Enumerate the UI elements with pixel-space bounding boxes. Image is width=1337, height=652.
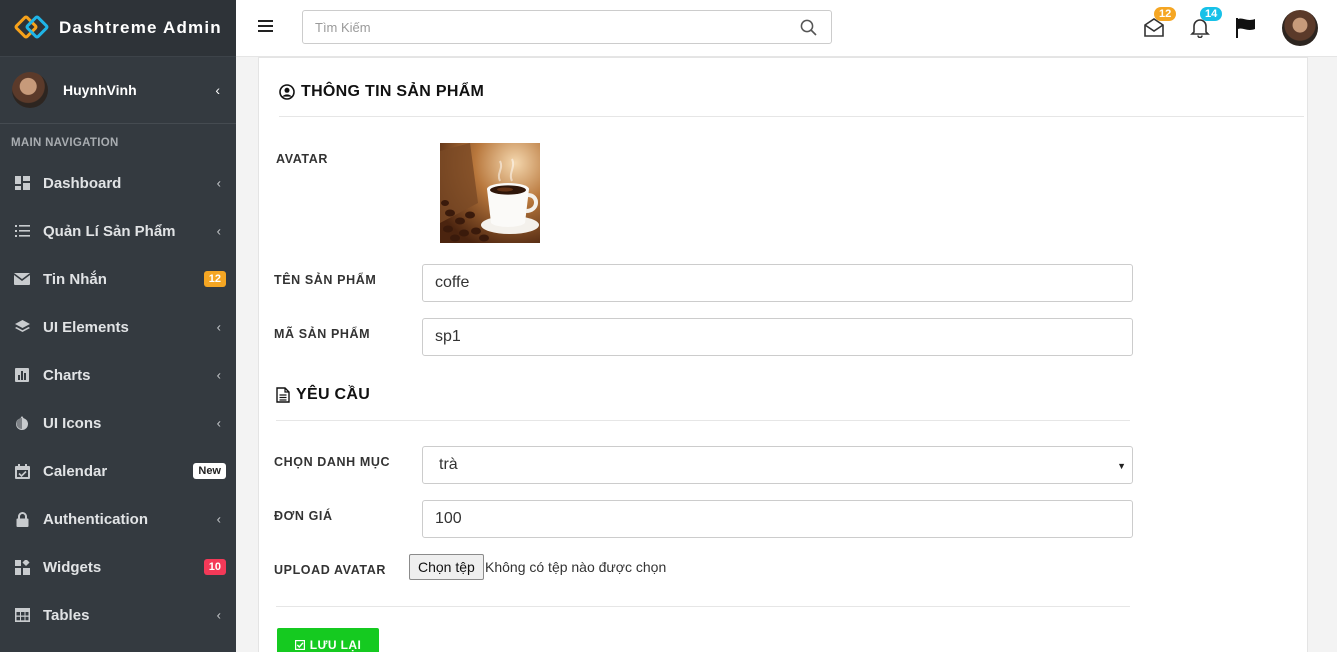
upload-avatar-label: UPLOAD AVATAR (274, 563, 386, 577)
chevron-left-icon: ‹ (216, 607, 221, 623)
sidebar: Dashtreme Admin HuynhVinh ‹ MAIN NAVIGAT… (0, 0, 236, 652)
user-avatar-button[interactable] (1282, 10, 1318, 46)
product-code-field[interactable]: sp1 (422, 318, 1133, 356)
widgets-count-badge: 10 (203, 559, 226, 575)
chevron-left-icon: ‹ (216, 367, 221, 383)
notification-count-badge: 14 (1200, 7, 1223, 21)
sidebar-item-tables[interactable]: Tables ‹ (0, 591, 236, 639)
droplet-icon (13, 415, 31, 431)
product-name-value: coffe (435, 274, 470, 291)
sidebar-item-label: UI Icons (43, 414, 102, 432)
new-badge: New (193, 463, 226, 479)
sidebar-item-product-management[interactable]: Quản Lí Sản Phẩm ‹ (0, 207, 236, 255)
save-button-label: LƯU LẠI (309, 638, 362, 652)
sidebar-item-messages[interactable]: Tin Nhắn 12 (0, 255, 236, 303)
user-circle-icon (279, 84, 295, 100)
divider (276, 606, 1130, 607)
nav-header: MAIN NAVIGATION (11, 137, 119, 149)
section-requirements-title: YÊU CẦU (276, 386, 370, 404)
flag-button[interactable] (1235, 18, 1257, 43)
choose-file-button[interactable]: Chọn tệp (409, 554, 484, 580)
sidebar-item-ui-elements[interactable]: UI Elements ‹ (0, 303, 236, 351)
price-label: ĐƠN GIÁ (274, 509, 333, 523)
product-name-field[interactable]: coffe (422, 264, 1133, 302)
user-name: HuynhVinh (63, 82, 137, 98)
document-icon (276, 387, 290, 403)
section-title-text: THÔNG TIN SẢN PHẨM (301, 83, 485, 100)
divider (279, 116, 1304, 117)
sidebar-item-label: Quản Lí Sản Phẩm (43, 222, 176, 240)
category-label: CHỌN DANH MỤC (274, 455, 391, 469)
sidebar-item-charts[interactable]: Charts ‹ (0, 351, 236, 399)
save-button[interactable]: LƯU LẠI (277, 628, 379, 652)
file-status-text: Không có tệp nào được chọn (485, 559, 667, 575)
section-product-info-title: THÔNG TIN SẢN PHẨM (279, 83, 484, 101)
dashboard-icon (13, 175, 31, 191)
widgets-icon (13, 559, 31, 575)
sidebar-item-ui-icons[interactable]: UI Icons ‹ (0, 399, 236, 447)
flag-icon (1236, 18, 1255, 38)
category-selected-value: trà (439, 456, 458, 473)
brand-name: Dashtreme Admin (59, 18, 222, 37)
section-title-text: YÊU CẦU (296, 386, 371, 403)
topbar: 12 14 (236, 0, 1337, 57)
sidebar-item-dashboard[interactable]: Dashboard ‹ (0, 159, 236, 207)
chevron-left-icon: ‹ (216, 319, 221, 335)
brand[interactable]: Dashtreme Admin (0, 0, 236, 57)
chevron-left-icon: ‹ (216, 415, 221, 431)
page-scrollbar[interactable] (1320, 57, 1337, 652)
sidebar-item-label: Dashboard (43, 174, 122, 192)
sidebar-item-authentication[interactable]: Authentication ‹ (0, 495, 236, 543)
check-square-icon (294, 640, 305, 650)
search-box (302, 10, 832, 44)
sidebar-item-label: Tables (43, 606, 90, 624)
product-avatar-image (440, 143, 540, 243)
hamburger-menu-icon[interactable] (258, 20, 273, 32)
product-form-card: THÔNG TIN SẢN PHẨM AVATAR TÊN SẢN PHẨM c… (258, 57, 1308, 652)
price-field[interactable]: 100 (422, 500, 1133, 538)
chevron-left-icon[interactable]: ‹ (215, 82, 220, 98)
chevron-left-icon: ‹ (216, 175, 221, 191)
product-code-value: sp1 (435, 328, 461, 345)
product-code-label: MÃ SẢN PHẨM (274, 327, 371, 341)
lock-icon (13, 511, 31, 527)
mail-button[interactable]: 12 (1143, 7, 1177, 43)
sidebar-item-label: Calendar (43, 462, 108, 480)
list-icon (13, 223, 31, 239)
notification-button[interactable]: 14 (1189, 7, 1223, 43)
avatar-label: AVATAR (276, 152, 328, 166)
bar-chart-icon (13, 367, 31, 383)
chevron-left-icon: ‹ (216, 223, 221, 239)
sidebar-item-label: Widgets (43, 558, 102, 576)
caret-down-icon: ▼ (1117, 461, 1126, 471)
divider (276, 420, 1130, 421)
category-select[interactable]: trà ▼ (422, 446, 1133, 484)
product-name-label: TÊN SẢN PHẨM (274, 273, 377, 287)
search-input[interactable] (303, 11, 783, 43)
price-value: 100 (435, 510, 462, 527)
table-icon (13, 607, 31, 623)
avatar (12, 72, 48, 108)
search-icon[interactable] (800, 19, 817, 41)
calendar-icon (13, 463, 31, 479)
sidebar-item-label: Tin Nhắn (43, 270, 107, 288)
user-panel[interactable]: HuynhVinh ‹ (0, 57, 236, 124)
sidebar-item-calendar[interactable]: Calendar New (0, 447, 236, 495)
mail-count-badge: 12 (1154, 7, 1177, 21)
sidebar-item-label: Charts (43, 366, 91, 384)
envelope-icon (13, 271, 31, 287)
sidebar-item-label: Authentication (43, 510, 148, 528)
layers-icon (13, 319, 31, 335)
messages-count-badge: 12 (203, 271, 226, 287)
sidebar-item-label: UI Elements (43, 318, 129, 336)
chevron-left-icon: ‹ (216, 511, 221, 527)
sidebar-item-widgets[interactable]: Widgets 10 (0, 543, 236, 591)
brand-logo-icon (13, 14, 50, 42)
